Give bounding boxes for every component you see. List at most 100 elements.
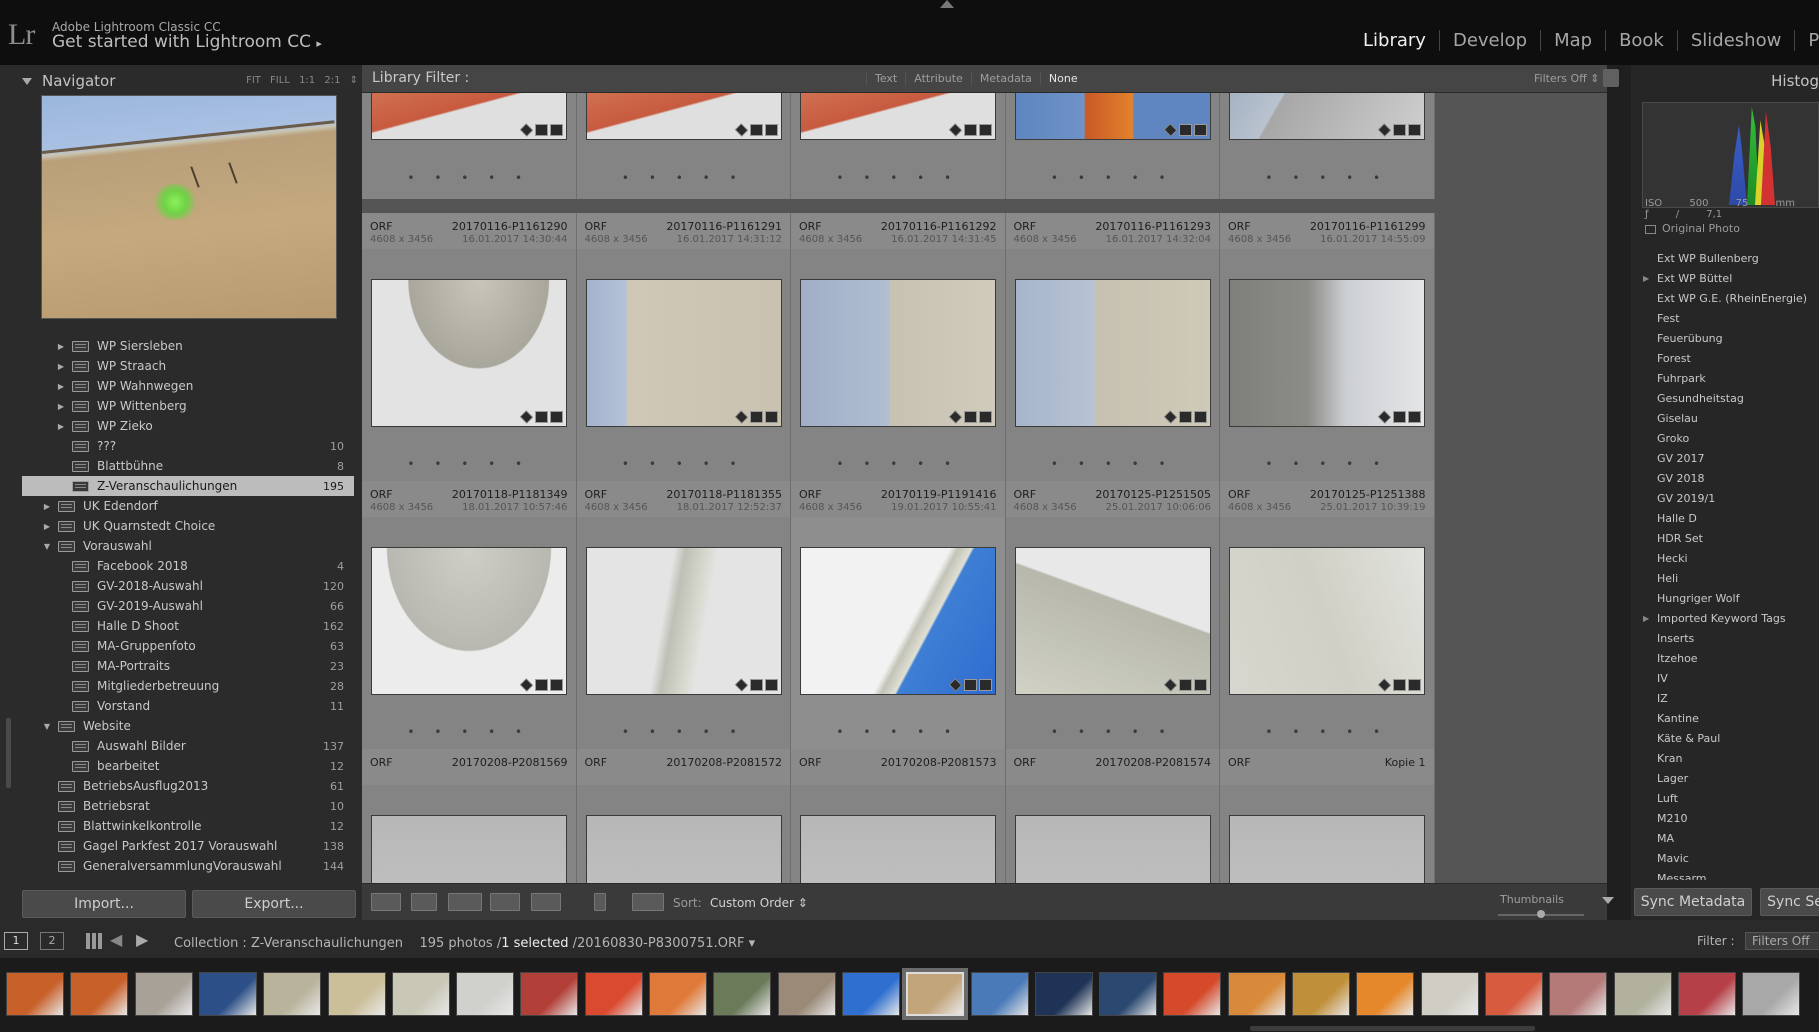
- rating-dots[interactable]: • • • • •: [1006, 457, 1220, 471]
- keyword-badge-icon[interactable]: [948, 678, 963, 692]
- keyword-item[interactable]: IZ: [1631, 688, 1819, 708]
- collection-badge-icon[interactable]: [964, 411, 977, 423]
- collection-item[interactable]: GV-2019-Auswahl 66: [22, 596, 354, 616]
- collection-badge-icon[interactable]: [749, 124, 763, 136]
- collection-item[interactable]: ▶ UK Quarnstedt Choice: [22, 516, 354, 536]
- grid-cell[interactable]: ORF 20170116-P1161299 4608 x 3456 16.01.201…: [1220, 213, 1435, 481]
- keyword-item[interactable]: Feuerübung: [1631, 328, 1819, 348]
- collection-item[interactable]: ▶ UK Edendorf: [22, 496, 354, 516]
- keyword-item[interactable]: GV 2017: [1631, 448, 1819, 468]
- keyword-item[interactable]: Luft: [1631, 788, 1819, 808]
- photo-thumbnail[interactable]: [585, 279, 782, 427]
- collection-item[interactable]: Halle D Shoot 162: [22, 616, 354, 636]
- photo-thumbnail[interactable]: [1014, 815, 1211, 883]
- photo-thumbnail[interactable]: [585, 547, 782, 695]
- collection-badge-icon[interactable]: [749, 679, 763, 691]
- edit-badge-icon[interactable]: [979, 411, 992, 423]
- edit-badge-icon[interactable]: [1193, 124, 1207, 136]
- navigator-preview[interactable]: [41, 95, 337, 319]
- original-photo-checkbox[interactable]: Original Photo: [1645, 222, 1740, 235]
- photo-thumbnail[interactable]: [1229, 547, 1425, 695]
- rating-dots[interactable]: • • • • •: [1006, 725, 1220, 739]
- thumbnail-size-knob[interactable]: [1537, 910, 1545, 918]
- collection-badge-icon[interactable]: [1178, 679, 1192, 691]
- grid-cell[interactable]: ORF20170208-P2081572• • • • •: [576, 749, 791, 883]
- edit-badge-icon[interactable]: [550, 679, 563, 691]
- filmstrip-thumbnail[interactable]: [1613, 972, 1672, 1016]
- keyword-badge-icon[interactable]: [519, 410, 534, 424]
- keyword-badge-icon[interactable]: [519, 123, 534, 137]
- rating-dots[interactable]: • • • • •: [362, 725, 576, 739]
- grid-cell[interactable]: ORF 20170116-P1161293 4608 x 3456 16.01.201…: [1005, 213, 1220, 481]
- lock-icon[interactable]: [1603, 69, 1619, 87]
- filmstrip-thumbnail[interactable]: [1677, 972, 1736, 1016]
- filmstrip-scrollbar[interactable]: [1250, 1026, 1535, 1031]
- rating-dots[interactable]: • • • • •: [791, 171, 1005, 185]
- keyword-item[interactable]: Groko: [1631, 428, 1819, 448]
- keyword-item[interactable]: Hecki: [1631, 548, 1819, 568]
- module-tab[interactable]: Slideshow: [1676, 30, 1794, 51]
- collection-badge-icon[interactable]: [535, 124, 548, 136]
- keyword-badge-icon[interactable]: [1163, 410, 1177, 424]
- sort-order-dropdown[interactable]: Custom Order ⇕: [710, 896, 808, 910]
- grid-cell[interactable]: ORF 20170116-P1161291 4608 x 3456 16.01.201…: [576, 213, 791, 481]
- grid-cell[interactable]: • • • • •: [362, 93, 577, 199]
- collection-item[interactable]: ??? 10: [22, 436, 354, 456]
- grid-cell[interactable]: ORF20170208-P2081573• • • • •: [791, 749, 1006, 883]
- collection-item[interactable]: ▶ WP Wahnwegen: [22, 376, 354, 396]
- keyword-badge-icon[interactable]: [948, 410, 963, 424]
- collection-badge-icon[interactable]: [749, 411, 763, 423]
- collapse-triangle-icon[interactable]: [22, 77, 32, 85]
- checkbox-icon[interactable]: [1645, 224, 1656, 234]
- keyword-badge-icon[interactable]: [1163, 678, 1177, 692]
- histogram-chart[interactable]: [1642, 102, 1819, 208]
- disclosure-triangle-icon[interactable]: ▶: [42, 502, 52, 511]
- collapse-top-panel-icon[interactable]: [940, 0, 954, 8]
- grid-cell[interactable]: • • • • •: [576, 93, 791, 199]
- keyword-item[interactable]: Lager: [1631, 768, 1819, 788]
- disclosure-triangle-icon[interactable]: ▼: [42, 722, 52, 731]
- filmstrip-thumbnail[interactable]: [1292, 972, 1350, 1016]
- photo-thumbnail[interactable]: [800, 815, 996, 883]
- keyword-badge-icon[interactable]: [519, 678, 534, 692]
- keyword-item[interactable]: Forest: [1631, 348, 1819, 368]
- edit-badge-icon[interactable]: [1193, 679, 1207, 691]
- filmstrip-thumbnail[interactable]: [198, 972, 257, 1016]
- keyword-item[interactable]: MA: [1631, 828, 1819, 848]
- collection-item[interactable]: Mitgliederbetreuung 28: [22, 676, 354, 696]
- edit-badge-icon[interactable]: [764, 124, 778, 136]
- collection-item[interactable]: Blattwinkelkontrolle 12: [22, 816, 354, 836]
- collection-badge-icon[interactable]: [1393, 679, 1406, 691]
- photo-thumbnail[interactable]: [1229, 93, 1425, 140]
- collection-item[interactable]: BetriebsAusflug2013 61: [22, 776, 354, 796]
- collection-item[interactable]: ▶ WP Straach: [22, 356, 354, 376]
- grid-cell[interactable]: ORF 20170118-P1181349 4608 x 3456 18.01.201…: [362, 481, 577, 749]
- keyword-item[interactable]: Messarm: [1631, 868, 1819, 881]
- filmstrip-thumbnail[interactable]: [1099, 972, 1158, 1016]
- left-panel-scrollbar[interactable]: [6, 718, 11, 788]
- keyword-item[interactable]: HDR Set: [1631, 528, 1819, 548]
- edit-badge-icon[interactable]: [979, 124, 992, 136]
- photo-thumbnail[interactable]: [1229, 279, 1425, 427]
- disclosure-triangle-icon[interactable]: ▶: [1643, 274, 1657, 283]
- export-button[interactable]: Export...: [192, 890, 356, 918]
- keyword-badge-icon[interactable]: [734, 678, 748, 692]
- grid-cell[interactable]: ORF 20170125-P1251505 4608 x 3456 25.01.201…: [1005, 481, 1220, 749]
- grid-cell[interactable]: • • • • •: [1220, 93, 1435, 199]
- keyword-badge-icon[interactable]: [1163, 123, 1177, 137]
- collection-item[interactable]: ▶ WP Siersleben: [22, 336, 354, 356]
- keyword-item[interactable]: GV 2019/1: [1631, 488, 1819, 508]
- module-tab[interactable]: Prin: [1794, 30, 1819, 51]
- disclosure-triangle-icon[interactable]: ▶: [56, 422, 66, 431]
- filmstrip-filter-dropdown[interactable]: Filters Off: [1745, 932, 1819, 950]
- rating-dots[interactable]: • • • • •: [577, 171, 791, 185]
- collection-badge-icon[interactable]: [1178, 411, 1192, 423]
- filmstrip-thumbnail[interactable]: [1484, 972, 1543, 1016]
- photo-thumbnail[interactable]: [800, 93, 996, 140]
- histogram-header[interactable]: Histog: [1631, 68, 1819, 94]
- selected-file[interactable]: /20160830-P8300751.ORF ▾: [573, 936, 756, 951]
- grid-icon[interactable]: [86, 933, 102, 949]
- filmstrip-thumbnail[interactable]: [584, 972, 643, 1016]
- grid-cell[interactable]: ORF20170208-P2081569• • • • •: [362, 749, 577, 883]
- filter-option-text[interactable]: Text: [866, 72, 905, 85]
